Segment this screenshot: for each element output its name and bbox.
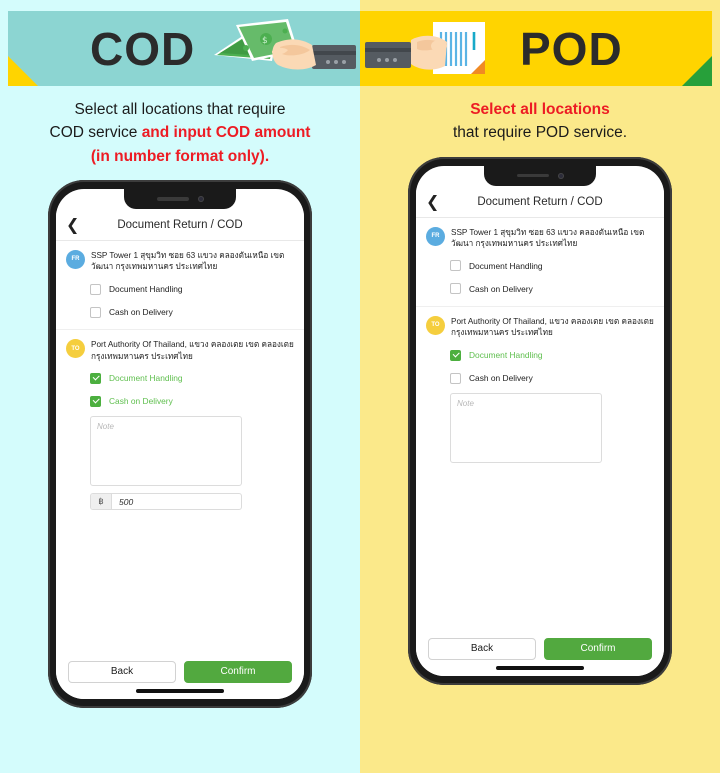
baht-currency-icon: ฿	[91, 494, 112, 510]
chevron-left-icon[interactable]: ❮	[426, 194, 444, 210]
note-field-wrapper: Note	[90, 416, 294, 487]
page-title: Document Return / COD	[477, 196, 603, 208]
checkbox-label-document-handling-to: Document Handling	[469, 350, 543, 361]
checkbox-document-handling-from[interactable]	[450, 260, 461, 272]
checkbox-row-document-handling-to[interactable]: Document Handling	[90, 371, 294, 385]
app-header-bar: ❮ Document Return / COD	[416, 187, 664, 218]
location-header: FR SSP Tower 1 สุขุมวิท ซอย 63 แขวง คลอง…	[426, 226, 654, 250]
phone-notch	[484, 165, 596, 186]
corner-triangle-yellow-icon	[8, 56, 38, 86]
checkbox-label-cash-on-delivery-from: Cash on Delivery	[469, 283, 533, 294]
address-from: SSP Tower 1 สุขุมวิท ซอย 63 แขวง คลองตัน…	[451, 227, 645, 249]
location-header: TO Port Authority Of Thailand, แขวง คลอง…	[66, 338, 294, 362]
confirm-button[interactable]: Confirm	[544, 637, 652, 660]
panel-pod: POD Select all locations that require PO…	[360, 0, 720, 773]
instruction-cod-line2-highlight: and input COD amount	[141, 124, 311, 142]
instruction-cod-line3-highlight: (in number format only).	[90, 147, 270, 165]
panel-cod: COD $ Select all locations that require …	[0, 0, 360, 773]
hand-holding-money-icon: $	[214, 19, 356, 70]
app-content-cod: FR SSP Tower 1 สุขุมวิท ซอย 63 แขวง คลอง…	[56, 240, 304, 653]
location-block-to: TO Port Authority Of Thailand, แขวง คลอง…	[416, 307, 664, 473]
checkbox-row-document-handling-from[interactable]: Document Handling	[450, 259, 654, 273]
banner-cod: COD $	[8, 11, 360, 86]
home-indicator-bar	[136, 688, 224, 693]
location-header: FR SSP Tower 1 สุขุมวิท ซอย 63 แขวง คลอง…	[66, 249, 294, 273]
svg-text:$: $	[262, 36, 268, 46]
front-camera-icon	[197, 195, 204, 202]
location-block-from: FR SSP Tower 1 สุขุมวิท ซอย 63 แขวง คลอง…	[416, 218, 664, 307]
instruction-cod-line1: Select all locations that require	[74, 101, 286, 118]
instruction-pod-line2: that require POD service.	[452, 124, 627, 142]
instruction-cod-line2: COD service	[49, 124, 142, 142]
location-header: TO Port Authority Of Thailand, แขวง คลอง…	[426, 315, 654, 339]
location-block-from: FR SSP Tower 1 สุขุมวิท ซอย 63 แขวง คลอง…	[56, 241, 304, 331]
instruction-pod-line1-highlight: Select all locations	[470, 101, 610, 118]
app-screen-cod: ❮ Document Return / COD FR SSP Tower 1 ส…	[56, 188, 304, 699]
home-indicator-bar	[496, 665, 584, 670]
checkbox-document-handling-from[interactable]	[90, 283, 101, 295]
phone-mockup-cod: ❮ Document Return / COD FR SSP Tower 1 ส…	[48, 179, 312, 708]
badge-to: TO	[426, 315, 445, 335]
phone-mockup-pod: ❮ Document Return / COD FR SSP Tower 1 ส…	[408, 156, 672, 685]
note-textarea[interactable]: Note	[90, 416, 242, 487]
app-header-bar: ❮ Document Return / COD	[56, 210, 304, 241]
checkbox-row-document-handling-to[interactable]: Document Handling	[450, 348, 654, 362]
location-block-to: TO Port Authority Of Thailand, แขวง คลอง…	[56, 330, 304, 520]
address-from: SSP Tower 1 สุขุมวิท ซอย 63 แขวง คลองตัน…	[91, 250, 285, 272]
checkbox-label-cash-on-delivery-to: Cash on Delivery	[469, 373, 533, 384]
hand-holding-document-icon	[365, 22, 485, 74]
cod-amount-input[interactable]: 500	[112, 494, 241, 509]
checkbox-row-cash-on-delivery-from[interactable]: Cash on Delivery	[450, 282, 654, 296]
cod-pod-instruction-infographic: COD $ Select all locations that require …	[0, 0, 720, 773]
instruction-cod: Select all locations that require COD se…	[4, 86, 356, 178]
address-to: Port Authority Of Thailand, แขวง คลองเตย…	[451, 316, 654, 338]
cod-amount-field[interactable]: ฿ 500	[90, 493, 242, 511]
checkbox-document-handling-to[interactable]	[450, 349, 461, 361]
app-screen-pod: ❮ Document Return / COD FR SSP Tower 1 ส…	[416, 165, 664, 676]
checkbox-document-handling-to[interactable]	[90, 372, 101, 384]
checkbox-row-cash-on-delivery-to[interactable]: Cash on Delivery	[450, 371, 654, 385]
page-title: Document Return / COD	[117, 219, 243, 232]
instruction-pod: Select all locations that require POD se…	[364, 86, 716, 155]
checkbox-label-cash-on-delivery-from: Cash on Delivery	[109, 307, 173, 318]
checkbox-cash-on-delivery-to[interactable]	[450, 372, 461, 384]
address-to: Port Authority Of Thailand, แขวง คลองเตย…	[91, 340, 294, 361]
speaker-slit-icon	[156, 197, 189, 201]
checkbox-label-cash-on-delivery-to: Cash on Delivery	[109, 396, 173, 407]
checkbox-label-document-handling-from: Document Handling	[109, 284, 183, 295]
banner-title-cod: COD	[90, 22, 196, 75]
checkbox-row-cash-on-delivery-from[interactable]: Cash on Delivery	[90, 305, 294, 319]
note-textarea[interactable]: Note	[450, 393, 602, 464]
banner-pod: POD	[360, 11, 712, 86]
badge-from: FR	[66, 249, 85, 269]
note-field-wrapper: Note	[450, 393, 654, 464]
checkbox-cash-on-delivery-to[interactable]	[90, 395, 101, 407]
app-content-pod: FR SSP Tower 1 สุขุมวิท ซอย 63 แขวง คลอง…	[416, 217, 664, 630]
back-button[interactable]: Back	[428, 637, 536, 660]
checkbox-row-document-handling-from[interactable]: Document Handling	[90, 282, 294, 296]
badge-from: FR	[426, 226, 445, 246]
checkbox-cash-on-delivery-from[interactable]	[90, 306, 101, 318]
checkbox-row-cash-on-delivery-to[interactable]: Cash on Delivery	[90, 394, 294, 408]
checkbox-cash-on-delivery-from[interactable]	[450, 283, 461, 295]
checkbox-label-document-handling-to: Document Handling	[109, 373, 183, 384]
badge-to: TO	[66, 339, 85, 359]
banner-title-pod: POD	[520, 22, 623, 75]
speaker-slit-icon	[516, 173, 549, 178]
confirm-button[interactable]: Confirm	[184, 660, 292, 683]
chevron-left-icon[interactable]: ❮	[66, 217, 84, 233]
phone-notch	[124, 188, 236, 209]
back-button[interactable]: Back	[68, 660, 176, 683]
front-camera-icon	[557, 172, 564, 179]
checkbox-label-document-handling-from: Document Handling	[469, 260, 543, 271]
corner-triangle-green-icon	[682, 56, 712, 86]
